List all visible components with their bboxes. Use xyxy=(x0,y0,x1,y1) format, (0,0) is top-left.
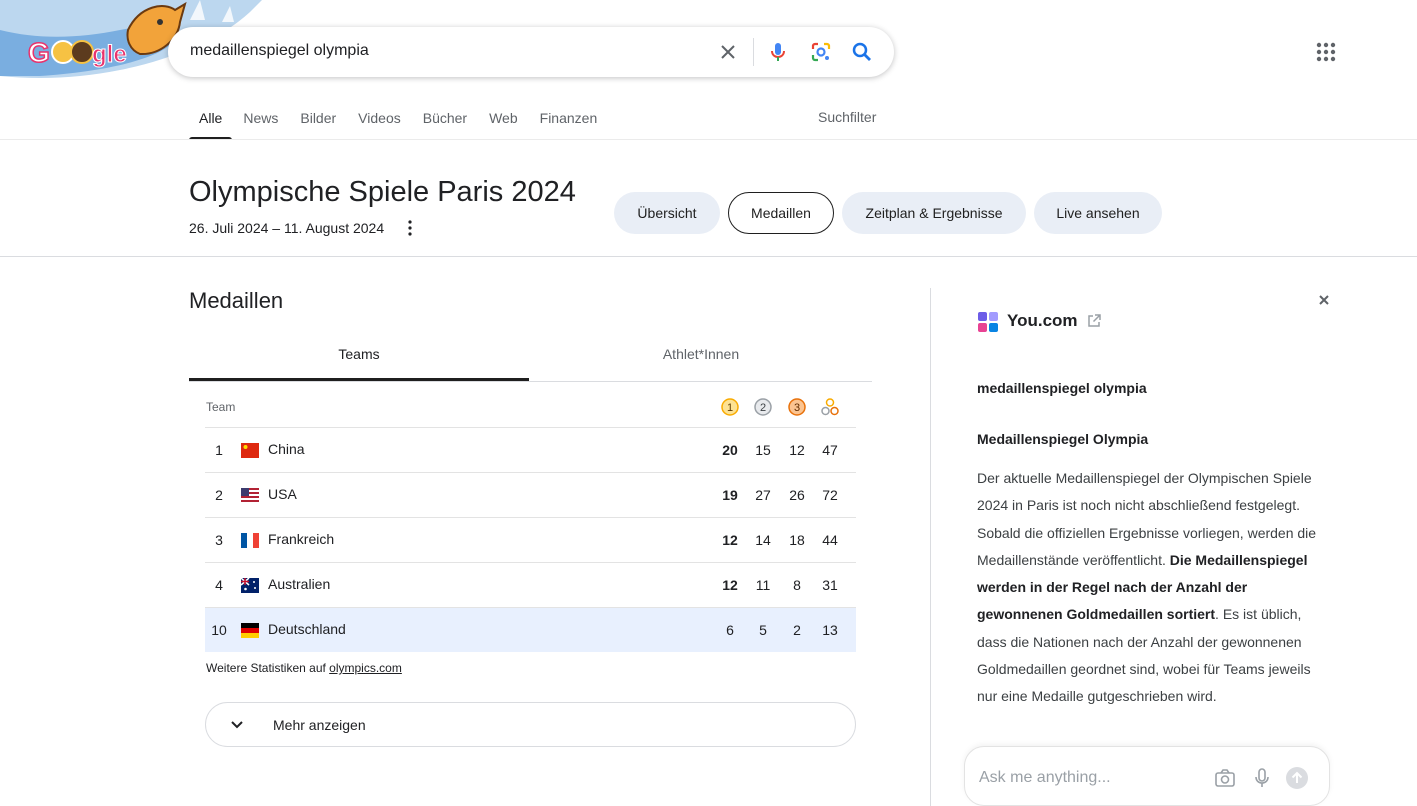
tab-athletes[interactable]: Athlet*Innen xyxy=(530,346,872,381)
event-divider xyxy=(0,256,1417,257)
medal-tabs-divider xyxy=(189,381,872,382)
bronze-medal-icon: 3 xyxy=(788,398,806,416)
apps-grid-icon[interactable] xyxy=(1314,40,1338,64)
gold-count: 12 xyxy=(722,532,738,548)
answer-heading: Medaillenspiegel Olympia xyxy=(977,431,1149,447)
show-more-label: Mehr anzeigen xyxy=(273,717,366,733)
camera-icon[interactable] xyxy=(1213,766,1237,790)
silver-count: 11 xyxy=(755,577,771,593)
pill-schedule-results[interactable]: Zeitplan & Ergebnisse xyxy=(842,192,1026,234)
total-count: 72 xyxy=(822,487,838,503)
bronze-count: 8 xyxy=(793,577,801,593)
stats-prefix: Weitere Statistiken auf xyxy=(206,661,330,675)
silver-medal-icon: 2 xyxy=(754,398,772,416)
gold-count: 12 xyxy=(722,577,738,593)
gold-medal-icon: 1 xyxy=(721,398,739,416)
country-name: Frankreich xyxy=(268,531,335,547)
flag-china-icon xyxy=(241,443,259,458)
total-medals-icon xyxy=(821,398,839,416)
answer-text: Der aktuelle Medaillenspiegel der Olympi… xyxy=(977,465,1322,711)
table-row[interactable]: 10 Deutschland 6 5 2 13 xyxy=(205,607,856,652)
country-name: Australien xyxy=(268,576,331,592)
silver-count: 15 xyxy=(755,442,771,458)
event-title: Olympische Spiele Paris 2024 xyxy=(189,176,576,208)
tab-bilder[interactable]: Bilder xyxy=(289,109,347,140)
tab-news[interactable]: News xyxy=(232,109,289,140)
silver-count: 14 xyxy=(755,532,771,548)
rank: 3 xyxy=(215,532,223,548)
country-name: USA xyxy=(268,486,297,502)
ask-input[interactable]: Ask me anything... xyxy=(979,769,1111,787)
pill-overview[interactable]: Übersicht xyxy=(614,192,720,234)
search-filter-button[interactable]: Suchfilter xyxy=(818,109,876,125)
table-row[interactable]: 4 Australien 12 11 8 31 xyxy=(205,562,856,607)
bronze-count: 2 xyxy=(793,622,801,638)
olympics-link[interactable]: olympics.com xyxy=(329,661,402,675)
country-name: Deutschland xyxy=(268,621,346,637)
you-com-logo-icon xyxy=(978,312,998,332)
flag-usa-icon xyxy=(241,488,259,503)
pill-watch-live[interactable]: Live ansehen xyxy=(1034,192,1162,234)
svg-text:gle: gle xyxy=(92,41,127,68)
send-arrow-icon[interactable] xyxy=(1285,766,1309,790)
rank: 1 xyxy=(215,442,223,458)
flag-australia-icon xyxy=(241,578,259,593)
clear-icon[interactable] xyxy=(716,40,740,64)
table-row[interactable]: 1 China 20 15 12 47 xyxy=(205,427,856,472)
gold-count: 19 xyxy=(722,487,738,503)
table-row[interactable]: 3 Frankreich 12 14 18 44 xyxy=(205,517,856,562)
svg-text:3: 3 xyxy=(794,402,800,414)
rank: 10 xyxy=(211,622,227,638)
close-icon[interactable] xyxy=(1316,292,1332,308)
tab-teams[interactable]: Teams xyxy=(189,346,529,381)
search-input[interactable]: medaillenspiegel olympia xyxy=(190,42,369,60)
country-name: China xyxy=(268,441,305,457)
gold-count: 6 xyxy=(726,622,734,638)
silver-count: 27 xyxy=(755,487,771,503)
rank: 4 xyxy=(215,577,223,593)
google-lens-icon[interactable] xyxy=(809,40,833,64)
flag-germany-icon xyxy=(241,623,259,638)
silver-count: 5 xyxy=(759,622,767,638)
ask-box[interactable]: Ask me anything... xyxy=(964,746,1330,806)
header-divider xyxy=(0,139,1417,140)
event-dates: 26. Juli 2024 – 11. August 2024 xyxy=(189,220,385,236)
tab-finanzen[interactable]: Finanzen xyxy=(529,109,609,140)
source-name[interactable]: You.com xyxy=(1007,311,1078,331)
total-count: 44 xyxy=(822,532,838,548)
bronze-count: 26 xyxy=(789,487,805,503)
panel-divider xyxy=(930,288,931,806)
svg-text:1: 1 xyxy=(727,402,733,414)
table-row[interactable]: 2 USA 19 27 26 72 xyxy=(205,472,856,517)
panel-query: medaillenspiegel olympia xyxy=(977,380,1147,396)
tab-web[interactable]: Web xyxy=(478,109,529,140)
svg-text:2: 2 xyxy=(760,402,766,414)
search-box[interactable]: medaillenspiegel olympia xyxy=(168,27,894,77)
tab-alle[interactable]: Alle xyxy=(189,109,233,140)
rank: 2 xyxy=(215,487,223,503)
team-column-header: Team xyxy=(206,400,236,414)
gold-count: 20 xyxy=(722,442,738,458)
medals-section-title: Medaillen xyxy=(189,288,284,313)
tab-buecher[interactable]: Bücher xyxy=(412,109,478,140)
bronze-count: 12 xyxy=(789,442,805,458)
bronze-count: 18 xyxy=(789,532,805,548)
microphone-icon[interactable] xyxy=(1250,766,1274,790)
microphone-icon[interactable] xyxy=(766,40,790,64)
flag-france-icon xyxy=(241,533,259,548)
tab-videos[interactable]: Videos xyxy=(347,109,412,140)
more-options-icon[interactable] xyxy=(403,219,417,237)
total-count: 47 xyxy=(822,442,838,458)
search-icon[interactable] xyxy=(850,40,874,64)
svg-text:G: G xyxy=(28,37,50,68)
external-link-icon[interactable] xyxy=(1086,313,1102,329)
show-more-button[interactable]: Mehr anzeigen xyxy=(205,702,856,747)
total-count: 13 xyxy=(822,622,838,638)
search-separator xyxy=(753,38,754,66)
search-tabs: Alle News Bilder Videos Bücher Web Finan… xyxy=(189,109,608,140)
pill-medals[interactable]: Medaillen xyxy=(728,192,834,234)
stats-note: Weitere Statistiken auf olympics.com xyxy=(206,661,402,675)
chevron-down-icon xyxy=(231,721,243,729)
total-count: 31 xyxy=(822,577,838,593)
